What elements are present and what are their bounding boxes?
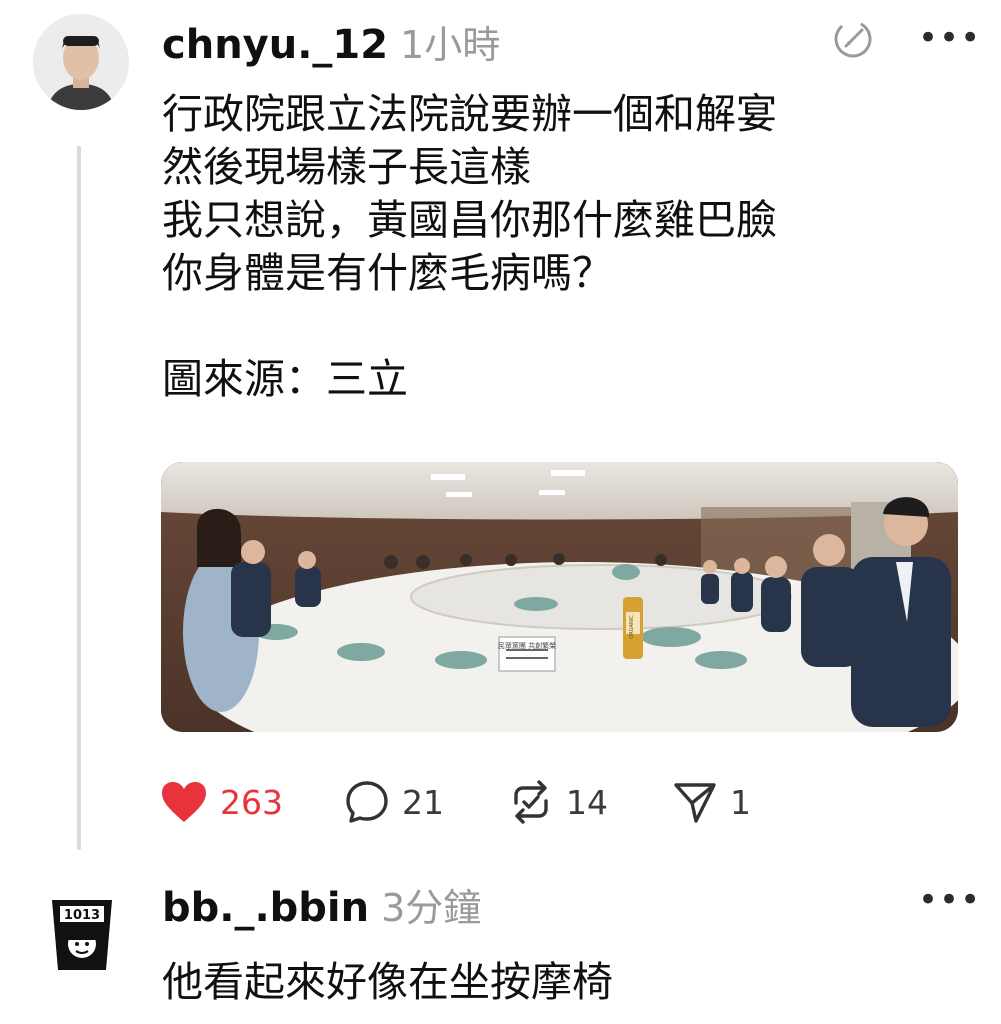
thread-connector-line — [77, 146, 81, 850]
share-button[interactable]: 1 — [672, 770, 751, 834]
reply-more-icon[interactable]: ••• — [918, 880, 981, 920]
repost-button[interactable]: 14 — [508, 770, 608, 834]
photo-sign-text: 民眾黨團 共創繁榮 — [498, 641, 556, 650]
post-timestamp: 1小時 — [400, 23, 501, 67]
comment-count: 21 — [402, 782, 444, 822]
share-count: 1 — [730, 782, 751, 822]
post-more-icon[interactable]: ••• — [918, 18, 981, 58]
post-photo[interactable]: 民眾黨團 共創繁榮 ORGANIC — [161, 462, 958, 732]
post-line: 你身體是有什麼毛病嗎？ — [162, 249, 613, 297]
reply-username[interactable]: bb._.bbin — [162, 885, 369, 931]
post-username[interactable]: chnyu._12 — [162, 22, 388, 68]
reply-header: bb._.bbin 3分鐘 — [162, 877, 481, 932]
like-button[interactable]: 263 — [160, 770, 283, 834]
edit-circle-icon[interactable] — [832, 18, 874, 64]
post-line: 我只想說，黃國昌你那什麼雞巴臉 — [162, 196, 777, 244]
repost-icon — [514, 780, 548, 824]
banquet-photo-illustration: 民眾黨團 共創繁榮 ORGANIC — [161, 462, 958, 732]
reply-author-avatar[interactable]: 1013 — [50, 896, 114, 976]
reply-timestamp: 3分鐘 — [381, 886, 482, 930]
post-line: 行政院跟立法院說要辦一個和解宴 — [162, 90, 777, 138]
post-line: 然後現場樣子長這樣 — [162, 143, 531, 191]
like-count: 263 — [220, 782, 283, 822]
share-icon — [674, 783, 716, 823]
avatar-photo — [33, 14, 129, 110]
post-author-avatar[interactable] — [33, 14, 129, 110]
reply-avatar-text: 1013 — [64, 908, 100, 923]
repost-count: 14 — [566, 782, 608, 822]
post-body: 行政院跟立法院說要辦一個和解宴 然後現場樣子長這樣 我只想說，黃國昌你那什麼雞巴… — [162, 88, 982, 406]
post-source-line: 圖來源：三立 — [162, 355, 408, 403]
photo-bottle-label: ORGANIC — [629, 615, 635, 639]
post-header: chnyu._12 1小時 — [162, 14, 500, 69]
comment-button[interactable]: 21 — [344, 770, 444, 834]
comment-icon — [346, 781, 388, 823]
reply-avatar-logo: 1013 — [52, 900, 112, 970]
reply-body: 他看起來好像在坐按摩椅 — [162, 958, 613, 1006]
heart-icon — [162, 782, 206, 822]
